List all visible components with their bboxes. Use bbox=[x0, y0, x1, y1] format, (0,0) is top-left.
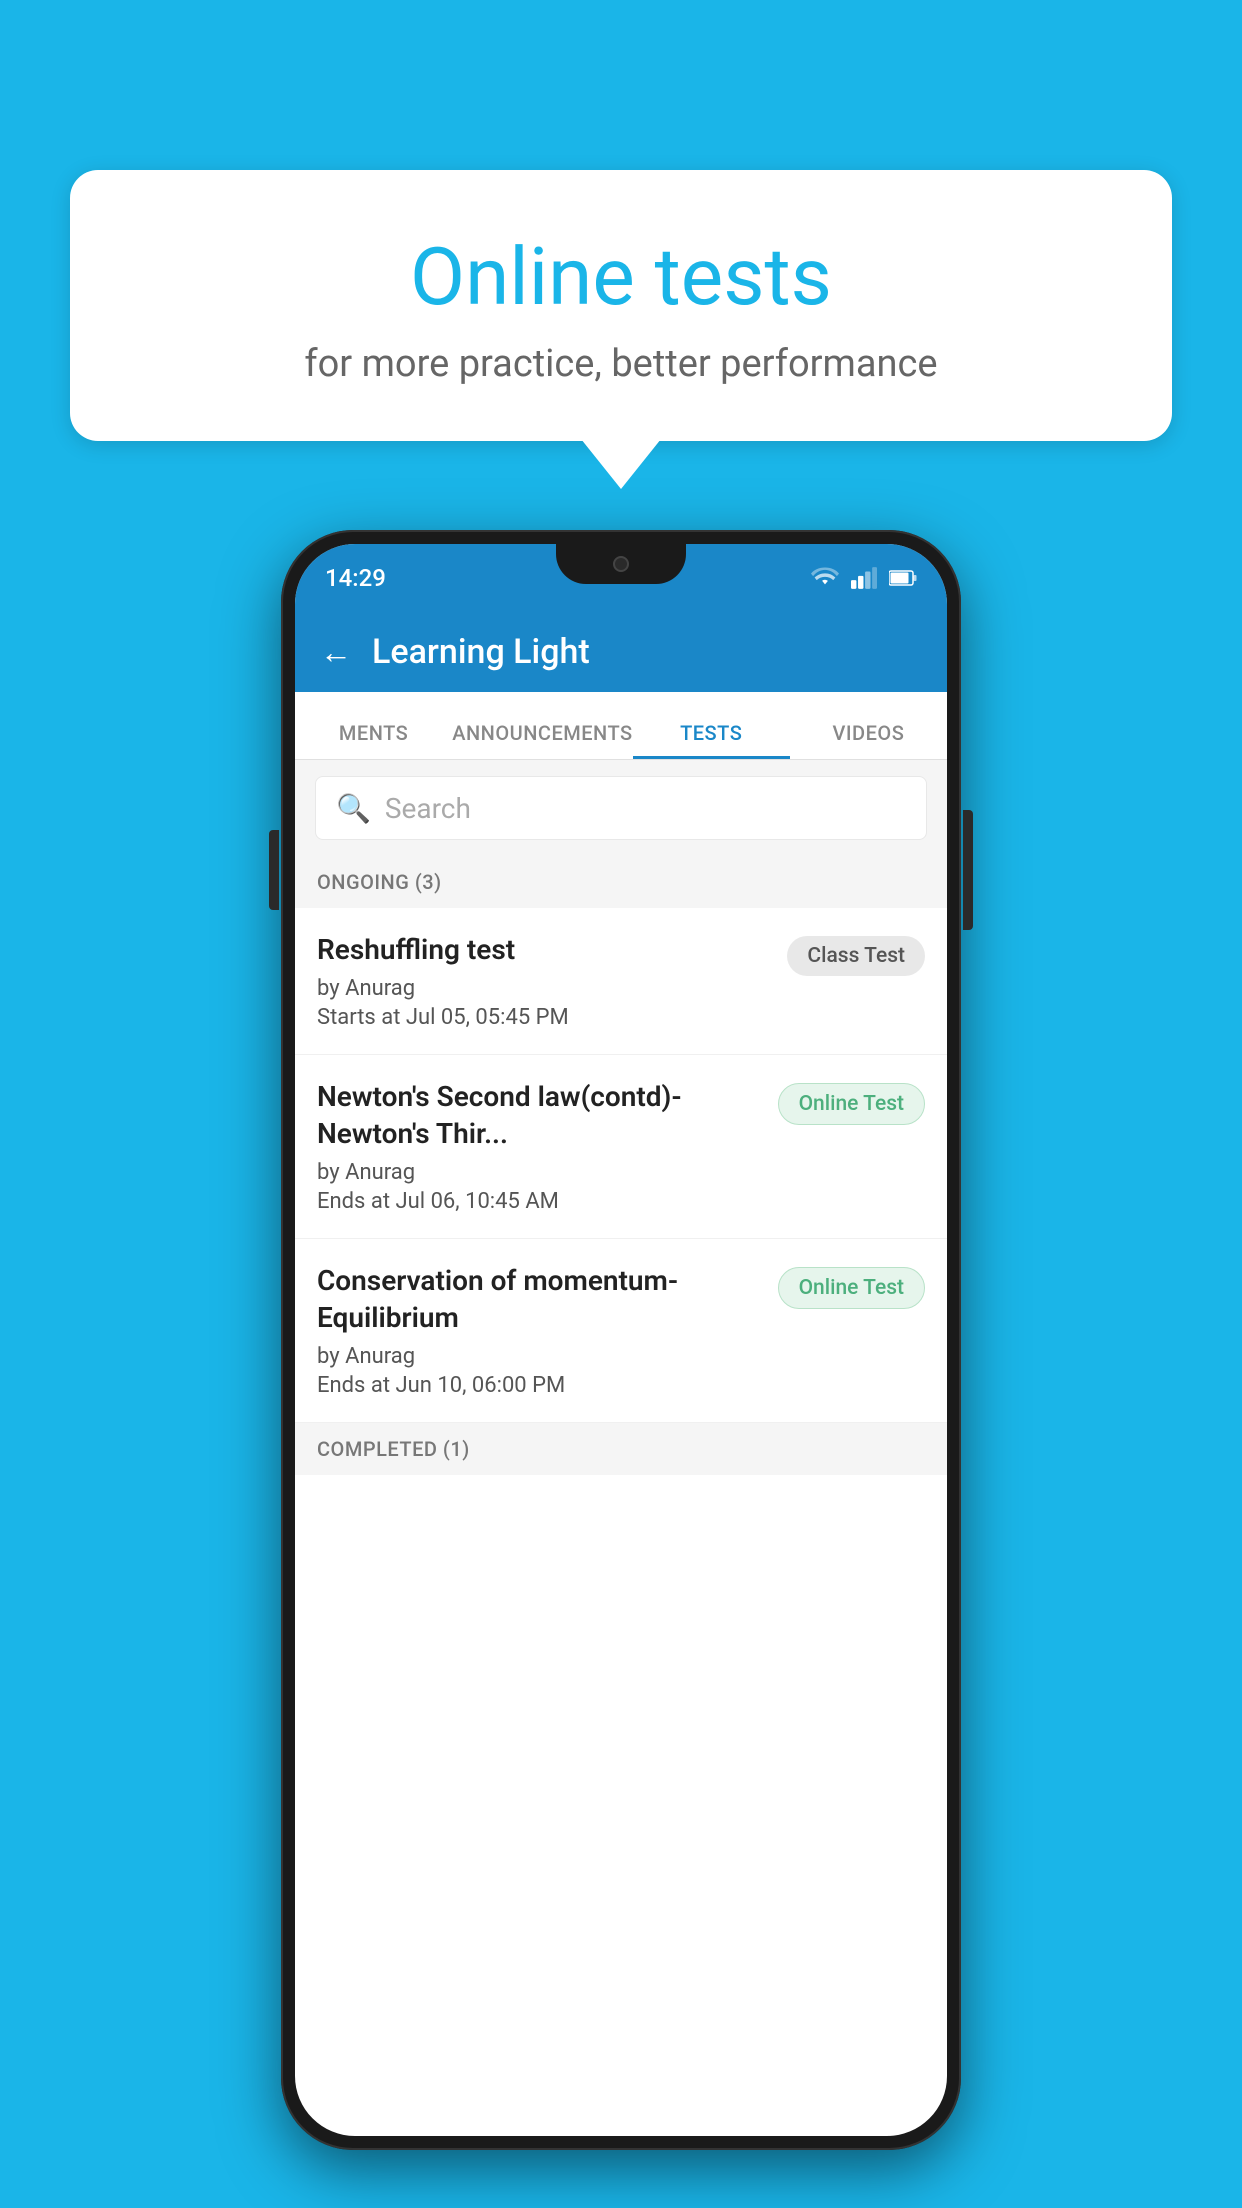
bubble-title: Online tests bbox=[120, 230, 1122, 324]
phone-outer: 14:29 bbox=[281, 530, 961, 2150]
completed-label: COMPLETED (1) bbox=[317, 1437, 470, 1461]
test-time: Ends at Jul 06, 10:45 AM bbox=[317, 1189, 766, 1214]
phone-screen: 14:29 bbox=[295, 544, 947, 2136]
app-header: ← Learning Light bbox=[295, 612, 947, 692]
signal-icon bbox=[851, 567, 877, 589]
search-bar[interactable]: 🔍 Search bbox=[315, 776, 927, 840]
ongoing-label: ONGOING (3) bbox=[317, 870, 442, 894]
status-icons bbox=[811, 567, 917, 589]
search-container: 🔍 Search bbox=[295, 760, 947, 856]
test-badge-class: Class Test bbox=[787, 936, 925, 976]
test-badge-online: Online Test bbox=[778, 1267, 925, 1309]
tab-videos[interactable]: VIDEOS bbox=[790, 721, 947, 759]
notch bbox=[556, 544, 686, 584]
wifi-icon bbox=[811, 567, 839, 589]
tab-ments[interactable]: MENTS bbox=[295, 721, 452, 759]
test-by: by Anurag bbox=[317, 1344, 766, 1369]
status-time: 14:29 bbox=[325, 564, 386, 592]
test-info: Conservation of momentum-Equilibrium by … bbox=[317, 1263, 766, 1398]
phone-mockup: 14:29 bbox=[281, 530, 961, 2150]
search-placeholder: Search bbox=[385, 792, 471, 825]
test-list: Reshuffling test by Anurag Starts at Jul… bbox=[295, 908, 947, 1423]
test-item[interactable]: Newton's Second law(contd)-Newton's Thir… bbox=[295, 1055, 947, 1239]
bubble-subtitle: for more practice, better performance bbox=[120, 342, 1122, 386]
test-time: Starts at Jul 05, 05:45 PM bbox=[317, 1005, 775, 1030]
tab-tests[interactable]: TESTS bbox=[633, 721, 790, 759]
ongoing-section-header: ONGOING (3) bbox=[295, 856, 947, 908]
test-item[interactable]: Conservation of momentum-Equilibrium by … bbox=[295, 1239, 947, 1423]
test-by: by Anurag bbox=[317, 1160, 766, 1185]
tab-announcements[interactable]: ANNOUNCEMENTS bbox=[452, 721, 632, 759]
tabs-bar: MENTS ANNOUNCEMENTS TESTS VIDEOS bbox=[295, 692, 947, 760]
test-item[interactable]: Reshuffling test by Anurag Starts at Jul… bbox=[295, 908, 947, 1055]
completed-section-header: COMPLETED (1) bbox=[295, 1423, 947, 1475]
speech-bubble: Online tests for more practice, better p… bbox=[70, 170, 1172, 441]
test-by: by Anurag bbox=[317, 976, 775, 1001]
search-icon: 🔍 bbox=[336, 792, 371, 825]
back-button[interactable]: ← bbox=[320, 633, 352, 671]
battery-icon bbox=[889, 568, 917, 588]
test-name: Reshuffling test bbox=[317, 932, 775, 968]
test-info: Newton's Second law(contd)-Newton's Thir… bbox=[317, 1079, 766, 1214]
test-time: Ends at Jun 10, 06:00 PM bbox=[317, 1373, 766, 1398]
test-info: Reshuffling test by Anurag Starts at Jul… bbox=[317, 932, 775, 1030]
status-bar: 14:29 bbox=[295, 544, 947, 612]
camera-dot bbox=[613, 556, 629, 572]
test-name: Conservation of momentum-Equilibrium bbox=[317, 1263, 766, 1336]
test-badge-online: Online Test bbox=[778, 1083, 925, 1125]
app-title: Learning Light bbox=[372, 632, 590, 672]
test-name: Newton's Second law(contd)-Newton's Thir… bbox=[317, 1079, 766, 1152]
